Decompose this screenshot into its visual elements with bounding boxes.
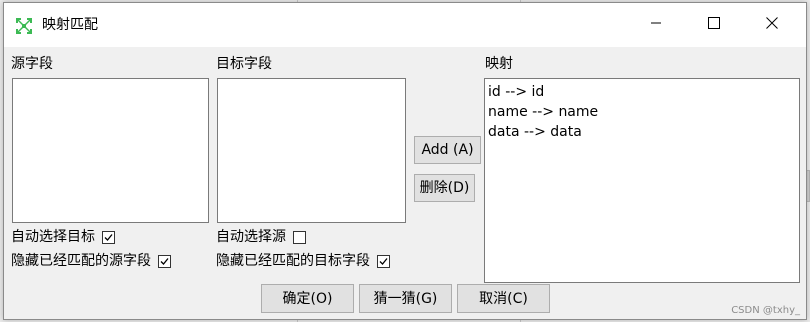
- mapping-list[interactable]: id --> id name --> name data --> data: [484, 78, 800, 283]
- cancel-button[interactable]: 取消(C): [457, 284, 550, 313]
- mapping-item[interactable]: data --> data: [488, 122, 799, 142]
- target-fields-list[interactable]: [217, 78, 406, 223]
- ok-button[interactable]: 确定(O): [261, 284, 354, 313]
- mapping-item[interactable]: name --> name: [488, 102, 799, 122]
- hide-matched-target-label: 隐藏已经匹配的目标字段: [216, 253, 370, 269]
- add-button[interactable]: Add (A): [414, 136, 481, 164]
- source-fields-list[interactable]: [12, 78, 209, 223]
- close-icon: [766, 17, 778, 33]
- window-title: 映射匹配: [42, 17, 98, 33]
- close-button[interactable]: [749, 3, 795, 47]
- hide-matched-target-checkbox[interactable]: [377, 254, 390, 268]
- auto-select-target-row[interactable]: 自动选择目标: [11, 228, 115, 246]
- delete-button[interactable]: 删除(D): [414, 174, 475, 202]
- auto-select-target-checkbox[interactable]: [102, 230, 115, 244]
- mapping-item[interactable]: id --> id: [488, 82, 799, 102]
- minimize-button[interactable]: [633, 3, 679, 47]
- auto-select-source-label: 自动选择源: [216, 229, 286, 245]
- auto-select-target-label: 自动选择目标: [11, 229, 95, 245]
- hide-matched-target-row[interactable]: 隐藏已经匹配的目标字段: [216, 252, 390, 270]
- auto-select-source-row[interactable]: 自动选择源: [216, 228, 306, 246]
- minimize-icon: [650, 17, 662, 33]
- source-fields-label: 源字段: [11, 56, 53, 72]
- target-fields-label: 目标字段: [216, 56, 272, 72]
- auto-select-source-checkbox[interactable]: [293, 230, 306, 244]
- mapping-dialog: 映射匹配 源字段 自动选择目标 隐藏已经匹配的源字段 目标字段 自动选择源 隐藏…: [3, 2, 807, 320]
- hide-matched-source-row[interactable]: 隐藏已经匹配的源字段: [11, 252, 171, 270]
- node-graph-icon: [15, 17, 33, 35]
- hide-matched-source-checkbox[interactable]: [158, 254, 171, 268]
- title-bar[interactable]: 映射匹配: [4, 3, 806, 47]
- maximize-icon: [708, 17, 720, 33]
- guess-button[interactable]: 猜一猜(G): [359, 284, 452, 313]
- hide-matched-source-label: 隐藏已经匹配的源字段: [11, 253, 151, 269]
- watermark: CSDN @txhy_: [731, 305, 800, 316]
- maximize-button[interactable]: [691, 3, 737, 47]
- mapping-label: 映射: [485, 56, 513, 72]
